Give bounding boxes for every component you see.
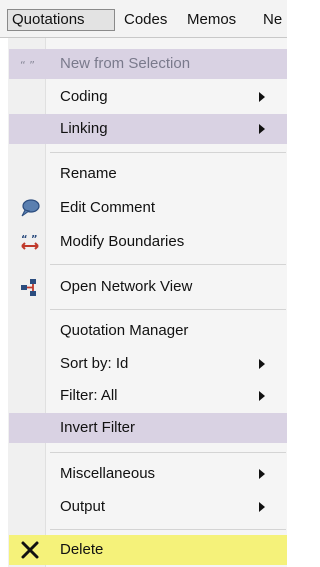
menu-item-label: Sort by: Id	[60, 355, 129, 372]
speech-bubble-icon	[19, 197, 41, 219]
menu-item-delete[interactable]: Delete	[9, 535, 287, 565]
menu-item-sort-by[interactable]: Sort by: Id	[9, 349, 287, 379]
menu-item-rename[interactable]: Rename	[9, 159, 287, 189]
menubar-codes[interactable]: Codes	[124, 9, 167, 31]
quote-marks-icon: “ ”	[19, 53, 41, 75]
menu-item-label: Quotation Manager	[60, 322, 189, 339]
menu-item-label: Invert Filter	[60, 419, 136, 436]
menu-item-filter[interactable]: Filter: All	[9, 381, 287, 411]
submenu-arrow-icon	[259, 124, 265, 134]
boundaries-icon: “ ”	[19, 231, 41, 253]
x-delete-icon	[19, 539, 41, 561]
network-icon	[19, 276, 41, 298]
menu-item-linking[interactable]: Linking	[9, 114, 287, 144]
menu-item-open-network-view[interactable]: Open Network View	[9, 272, 287, 302]
svg-text:“ ”: “ ”	[20, 59, 35, 72]
submenu-arrow-icon	[259, 391, 265, 401]
menubar-quotations[interactable]: Quotations	[7, 9, 115, 31]
submenu-arrow-icon	[259, 359, 265, 369]
submenu-arrow-icon	[259, 502, 265, 512]
menu-item-label: Delete	[60, 541, 104, 558]
menu-separator	[50, 152, 286, 153]
submenu-arrow-icon	[259, 92, 265, 102]
menu-item-label: Modify Boundaries	[60, 233, 185, 250]
menu-item-output[interactable]: Output	[9, 492, 287, 522]
submenu-arrow-icon	[259, 469, 265, 479]
menu-item-modify-boundaries[interactable]: “ ” Modify Boundaries	[9, 227, 287, 257]
menu-item-label: Rename	[60, 165, 117, 182]
menu-item-label: Linking	[60, 120, 108, 137]
menu-item-label: Open Network View	[60, 278, 193, 295]
menu-item-label: New from Selection	[60, 55, 191, 72]
menu-item-label: Miscellaneous	[60, 465, 156, 482]
menu-item-new-from-selection[interactable]: “ ” New from Selection	[9, 49, 287, 79]
menu-separator	[50, 309, 286, 310]
menu-item-quotation-manager[interactable]: Quotation Manager	[9, 316, 287, 346]
menu-separator	[50, 452, 286, 453]
menu-separator	[50, 529, 286, 530]
menu-item-label: Coding	[60, 88, 108, 105]
menu-item-miscellaneous[interactable]: Miscellaneous	[9, 459, 287, 489]
menu-bar: Quotations Codes Memos Ne	[0, 0, 287, 38]
menu-item-edit-comment[interactable]: Edit Comment	[9, 193, 287, 223]
menubar-memos[interactable]: Memos	[187, 9, 236, 31]
menu-item-label: Output	[60, 498, 106, 515]
menu-item-label: Filter: All	[60, 387, 118, 404]
menu-item-label: Edit Comment	[60, 199, 156, 216]
menubar-network[interactable]: Ne	[263, 9, 282, 31]
menu-item-invert-filter[interactable]: Invert Filter	[9, 413, 287, 443]
menu-separator	[50, 264, 286, 265]
menu-item-coding[interactable]: Coding	[9, 82, 287, 112]
